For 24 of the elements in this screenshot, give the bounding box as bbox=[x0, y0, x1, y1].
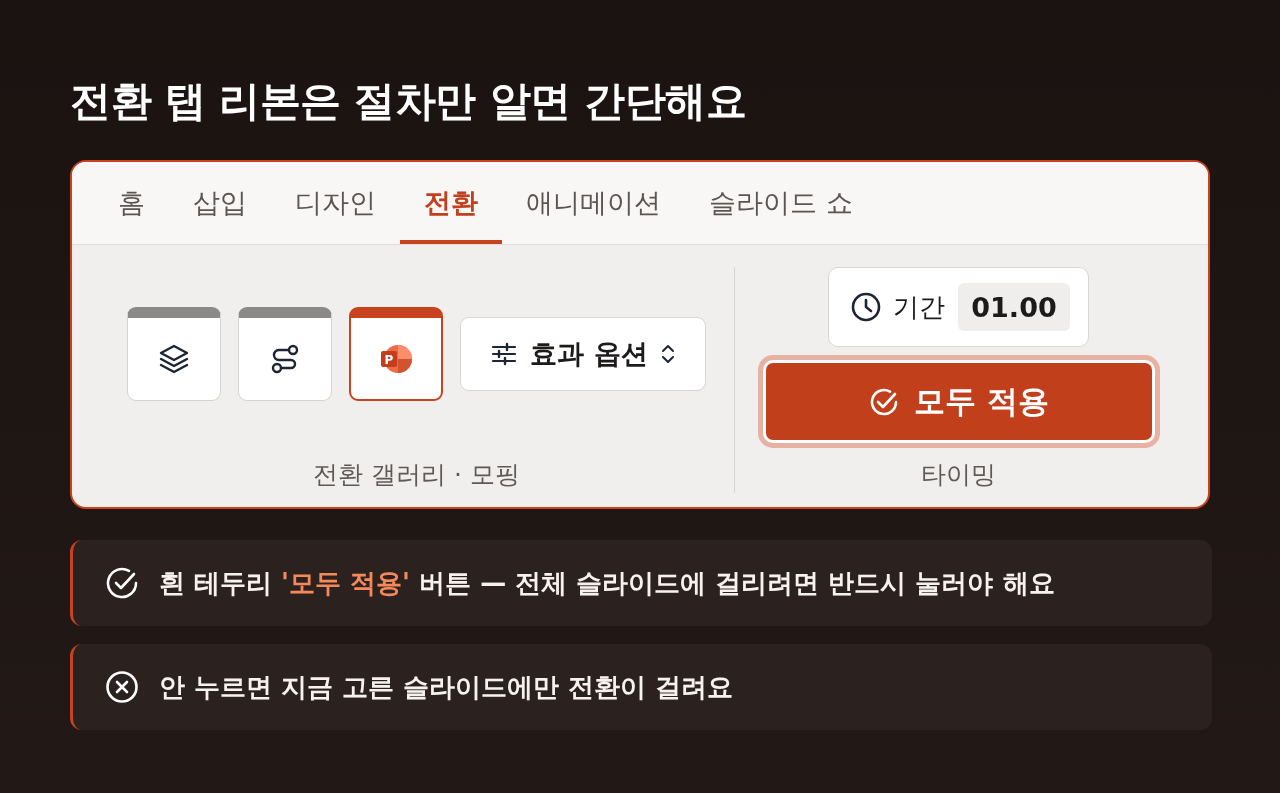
transition-thumbnail[interactable]: P bbox=[349, 307, 443, 401]
note-text: 흰 테두리 '모두 적용' 버튼 — 전체 슬라이드에 걸리려면 반드시 눌러야 해요 bbox=[159, 566, 1055, 600]
sliders-icon bbox=[491, 341, 518, 367]
effect-options-button[interactable]: 효과 옵션 bbox=[460, 317, 706, 391]
note-text: 안 누르면 지금 고른 슬라이드에만 전환이 걸려요 bbox=[159, 670, 734, 704]
chevron-up-down-icon bbox=[660, 343, 675, 365]
page-title: 전환 탭 리본은 절차만 알면 간단해요 bbox=[70, 76, 747, 126]
duration-field[interactable]: 01.00 bbox=[958, 283, 1070, 331]
ribbon-tab[interactable]: 홈 bbox=[94, 162, 169, 244]
group-label: 전환 갤러리 · 모핑 bbox=[313, 459, 520, 491]
check-circle-icon bbox=[105, 566, 139, 600]
ribbon-tab[interactable]: 전환 bbox=[400, 162, 502, 244]
ribbon-tab[interactable]: 디자인 bbox=[271, 162, 400, 244]
x-circle-icon bbox=[105, 670, 139, 704]
group-label: 타이밍 bbox=[921, 459, 996, 491]
ribbon-tab[interactable]: 슬라이드 쇼 bbox=[685, 162, 877, 244]
route-icon bbox=[270, 344, 300, 374]
layers-icon bbox=[158, 343, 190, 375]
duration-label: 기간 bbox=[893, 290, 945, 324]
transition-thumbnail[interactable] bbox=[127, 307, 221, 401]
transition-thumbnail[interactable] bbox=[238, 307, 332, 401]
ribbon-tab[interactable]: 애니메이션 bbox=[502, 162, 685, 244]
ribbon-tab[interactable]: 삽입 bbox=[169, 162, 271, 244]
clock-icon bbox=[851, 292, 881, 322]
